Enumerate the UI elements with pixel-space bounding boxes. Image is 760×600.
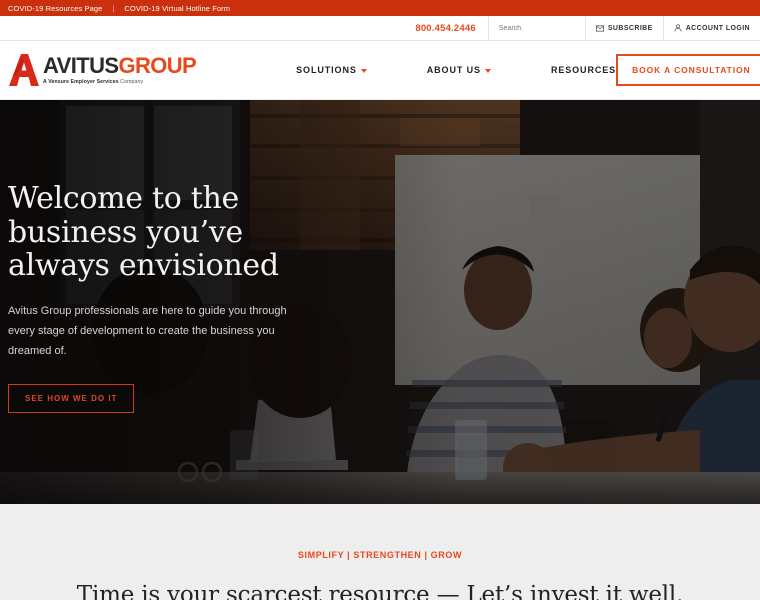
account-login-label: ACCOUNT LOGIN xyxy=(685,24,750,32)
phone-number[interactable]: 800.454.2446 xyxy=(405,16,488,40)
nav-item-solutions[interactable]: SOLUTIONS xyxy=(296,65,367,75)
utility-separator: | xyxy=(112,3,115,13)
logo-word-avitus: AVITUS xyxy=(43,52,119,78)
subscribe-label: SUBSCRIBE xyxy=(607,24,653,32)
utility-link-covid-resources[interactable]: COVID-19 Resources Page xyxy=(8,4,102,13)
search-field-wrapper[interactable] xyxy=(489,16,585,40)
logo[interactable]: AVITUSGROUP A Vensure Employer Services … xyxy=(8,52,197,87)
logo-tagline-bold: A Vensure Employer Services xyxy=(43,78,119,85)
avitus-a-mark-icon xyxy=(8,53,40,87)
chevron-down-icon xyxy=(484,69,491,73)
page-root: COVID-19 Resources Page | COVID-19 Virtu… xyxy=(0,0,760,600)
hero-title: Welcome to the business you’ve always en… xyxy=(8,182,338,283)
primary-navigation: SOLUTIONS ABOUT US RESOURCES xyxy=(296,65,616,75)
search-input[interactable] xyxy=(498,24,575,32)
nav-label-solutions: SOLUTIONS xyxy=(296,65,357,75)
promo-eyebrow: SIMPLIFY | STRENGTHEN | GROW xyxy=(297,550,463,560)
nav-label-about-us: ABOUT US xyxy=(426,65,481,75)
book-consultation-button[interactable]: BOOK A CONSULTATION xyxy=(616,54,760,86)
nav-item-about-us[interactable]: ABOUT US xyxy=(427,65,491,75)
user-icon xyxy=(674,24,682,32)
chevron-down-icon xyxy=(360,69,367,73)
hero-content: Welcome to the business you’ve always en… xyxy=(8,182,338,413)
logo-tagline: A Vensure Employer Services Company xyxy=(43,78,196,85)
hero-title-line-3: always envisioned xyxy=(8,248,279,284)
hero-section: Welcome to the business you’ve always en… xyxy=(0,100,760,504)
hero-title-line-2: business you’ve xyxy=(8,214,243,250)
utility-link-covid-hotline[interactable]: COVID-19 Virtual Hotline Form xyxy=(124,4,230,13)
envelope-icon xyxy=(595,24,604,32)
utility-bar: COVID-19 Resources Page | COVID-19 Virtu… xyxy=(0,0,760,16)
account-login-button[interactable]: ACCOUNT LOGIN xyxy=(664,16,760,40)
nav-label-resources: RESOURCES xyxy=(550,65,617,75)
promo-headline: Time is your scarcest resource — Let’s i… xyxy=(76,582,684,600)
hero-title-line-1: Welcome to the xyxy=(8,181,239,216)
hero-subtext: Avitus Group professionals are here to g… xyxy=(8,304,287,358)
main-header: AVITUSGROUP A Vensure Employer Services … xyxy=(0,41,760,100)
logo-text: AVITUSGROUP A Vensure Employer Services … xyxy=(43,52,197,85)
logo-tagline-rest: Company xyxy=(118,78,144,85)
logo-word-group: GROUP xyxy=(118,52,197,78)
subscribe-button[interactable]: SUBSCRIBE xyxy=(586,16,663,40)
promo-section: SIMPLIFY | STRENGTHEN | GROW Time is you… xyxy=(0,504,760,600)
see-how-we-do-it-button[interactable]: SEE HOW WE DO IT xyxy=(8,383,135,413)
secondary-bar: 800.454.2446 SUBSCRIBE ACCOUNT LOGIN xyxy=(0,16,760,41)
nav-item-resources[interactable]: RESOURCES xyxy=(551,65,616,75)
